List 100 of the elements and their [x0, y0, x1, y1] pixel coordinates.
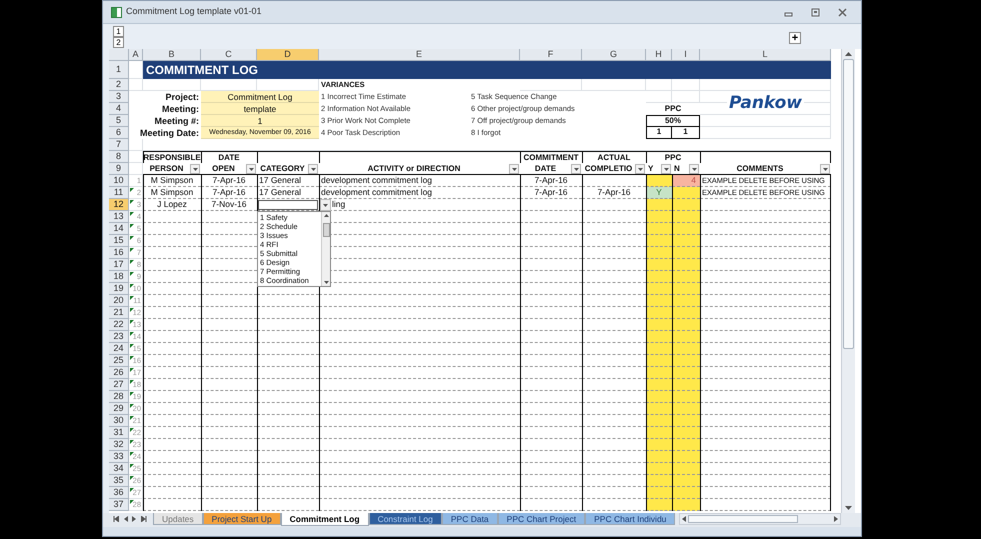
field-value: 1	[201, 115, 319, 127]
row-header[interactable]: 29	[109, 403, 129, 415]
status-cell	[646, 307, 672, 319]
row-header[interactable]: 25	[109, 355, 129, 367]
column-header[interactable]: B	[143, 49, 201, 61]
row-header[interactable]: 26	[109, 367, 129, 379]
status-cell	[646, 367, 672, 379]
scroll-thumb[interactable]	[688, 515, 798, 523]
row-header[interactable]: 16	[109, 247, 129, 259]
row-header[interactable]: 27	[109, 379, 129, 391]
row-header[interactable]: 7	[109, 139, 129, 151]
column-header[interactable]: H	[646, 49, 672, 61]
sheet-tab[interactable]: PPC Chart Individu	[585, 513, 676, 525]
status-cell	[646, 427, 672, 439]
vertical-scrollbar[interactable]	[841, 49, 855, 513]
row-header[interactable]: 15	[109, 235, 129, 247]
status-cell	[646, 415, 672, 427]
row-header[interactable]: 8	[109, 151, 129, 163]
row-header[interactable]: 32	[109, 439, 129, 451]
row-header[interactable]: 6	[109, 127, 129, 139]
row-header[interactable]: 21	[109, 307, 129, 319]
row-header[interactable]: 34	[109, 463, 129, 475]
row-header[interactable]: 19	[109, 283, 129, 295]
row-header[interactable]: 9	[109, 163, 129, 175]
row-header[interactable]: 33	[109, 451, 129, 463]
status-cell	[646, 283, 672, 295]
row-header[interactable]: 20	[109, 295, 129, 307]
status-cell	[672, 283, 700, 295]
row-header[interactable]: 13	[109, 211, 129, 223]
row-header[interactable]: 30	[109, 415, 129, 427]
column-header[interactable]: L	[700, 49, 831, 61]
row-header[interactable]: 10	[109, 175, 129, 187]
table-cell: 7-Apr-16	[520, 187, 582, 199]
column-header[interactable]: D	[257, 49, 319, 61]
row-header[interactable]: 36	[109, 487, 129, 499]
row-header[interactable]: 4	[109, 103, 129, 115]
expand-button[interactable]: +	[789, 32, 801, 44]
filter-button[interactable]	[308, 164, 318, 174]
filter-button[interactable]	[689, 164, 699, 174]
outline-level-button[interactable]: 2	[113, 37, 124, 48]
scroll-thumb[interactable]	[843, 59, 854, 349]
sheet-tab[interactable]: PPC Chart Project	[498, 513, 586, 525]
row-header[interactable]: 1	[109, 61, 129, 79]
select-all-button[interactable]	[109, 49, 129, 61]
close-icon[interactable]	[838, 8, 847, 16]
outline-level-button[interactable]: 1	[113, 26, 124, 37]
scroll-down-icon[interactable]	[845, 506, 852, 510]
sheet-tab[interactable]: PPC Data	[442, 513, 498, 525]
filter-button[interactable]	[246, 164, 256, 174]
dropdown-button[interactable]	[320, 199, 331, 211]
column-title: Y	[648, 162, 654, 174]
sheet-tab[interactable]: Project Start Up	[202, 513, 281, 525]
filter-button[interactable]	[190, 164, 200, 174]
column-header[interactable]: A	[129, 49, 143, 61]
restore-icon[interactable]	[811, 8, 820, 16]
scroll-right-icon[interactable]	[834, 516, 838, 522]
table-cell: M Simpson	[143, 175, 201, 187]
row-header[interactable]: 5	[109, 115, 129, 127]
filter-button[interactable]	[509, 164, 519, 174]
category-input-field[interactable]	[258, 200, 318, 210]
row-header[interactable]: 28	[109, 391, 129, 403]
row-header[interactable]: 14	[109, 223, 129, 235]
status-cell	[672, 355, 700, 367]
status-cell	[672, 367, 700, 379]
table-cell: 7-Nov-16	[201, 199, 257, 211]
row-header[interactable]: 17	[109, 259, 129, 271]
next-sheet-icon[interactable]	[132, 516, 137, 522]
scroll-thumb[interactable]	[322, 223, 330, 237]
sheet-tab[interactable]: Updates	[153, 513, 203, 525]
row-header[interactable]: 35	[109, 475, 129, 487]
column-header[interactable]: E	[319, 49, 520, 61]
filter-button[interactable]	[820, 164, 830, 174]
scroll-up-icon[interactable]	[324, 214, 328, 217]
first-sheet-icon[interactable]	[113, 516, 119, 522]
column-header[interactable]: F	[520, 49, 582, 61]
row-header[interactable]: 23	[109, 331, 129, 343]
last-sheet-icon[interactable]	[141, 516, 147, 522]
filter-button[interactable]	[635, 164, 645, 174]
row-header[interactable]: 24	[109, 343, 129, 355]
status-cell	[672, 487, 700, 499]
horizontal-scrollbar[interactable]	[679, 513, 841, 525]
row-header[interactable]: 12	[109, 199, 129, 211]
caret-icon	[512, 168, 516, 170]
row-header[interactable]: 31	[109, 427, 129, 439]
row-header[interactable]: 2	[109, 79, 129, 91]
row-header[interactable]: 18	[109, 271, 129, 283]
previous-sheet-icon[interactable]	[123, 516, 128, 522]
row-header[interactable]: 3	[109, 91, 129, 103]
column-header[interactable]: G	[582, 49, 646, 61]
sheet-tab[interactable]: Commitment Log	[280, 513, 369, 526]
row-header[interactable]: 11	[109, 187, 129, 199]
row-header[interactable]: 37	[109, 499, 129, 511]
dropdown-scrollbar[interactable]	[321, 212, 330, 286]
column-header[interactable]: I	[672, 49, 700, 61]
scroll-up-icon[interactable]	[845, 52, 852, 56]
filter-button[interactable]	[661, 164, 671, 174]
column-header[interactable]: C	[201, 49, 257, 61]
filter-button[interactable]	[571, 164, 581, 174]
sheet-tab[interactable]: Constraint Log	[368, 513, 442, 525]
row-header[interactable]: 22	[109, 319, 129, 331]
